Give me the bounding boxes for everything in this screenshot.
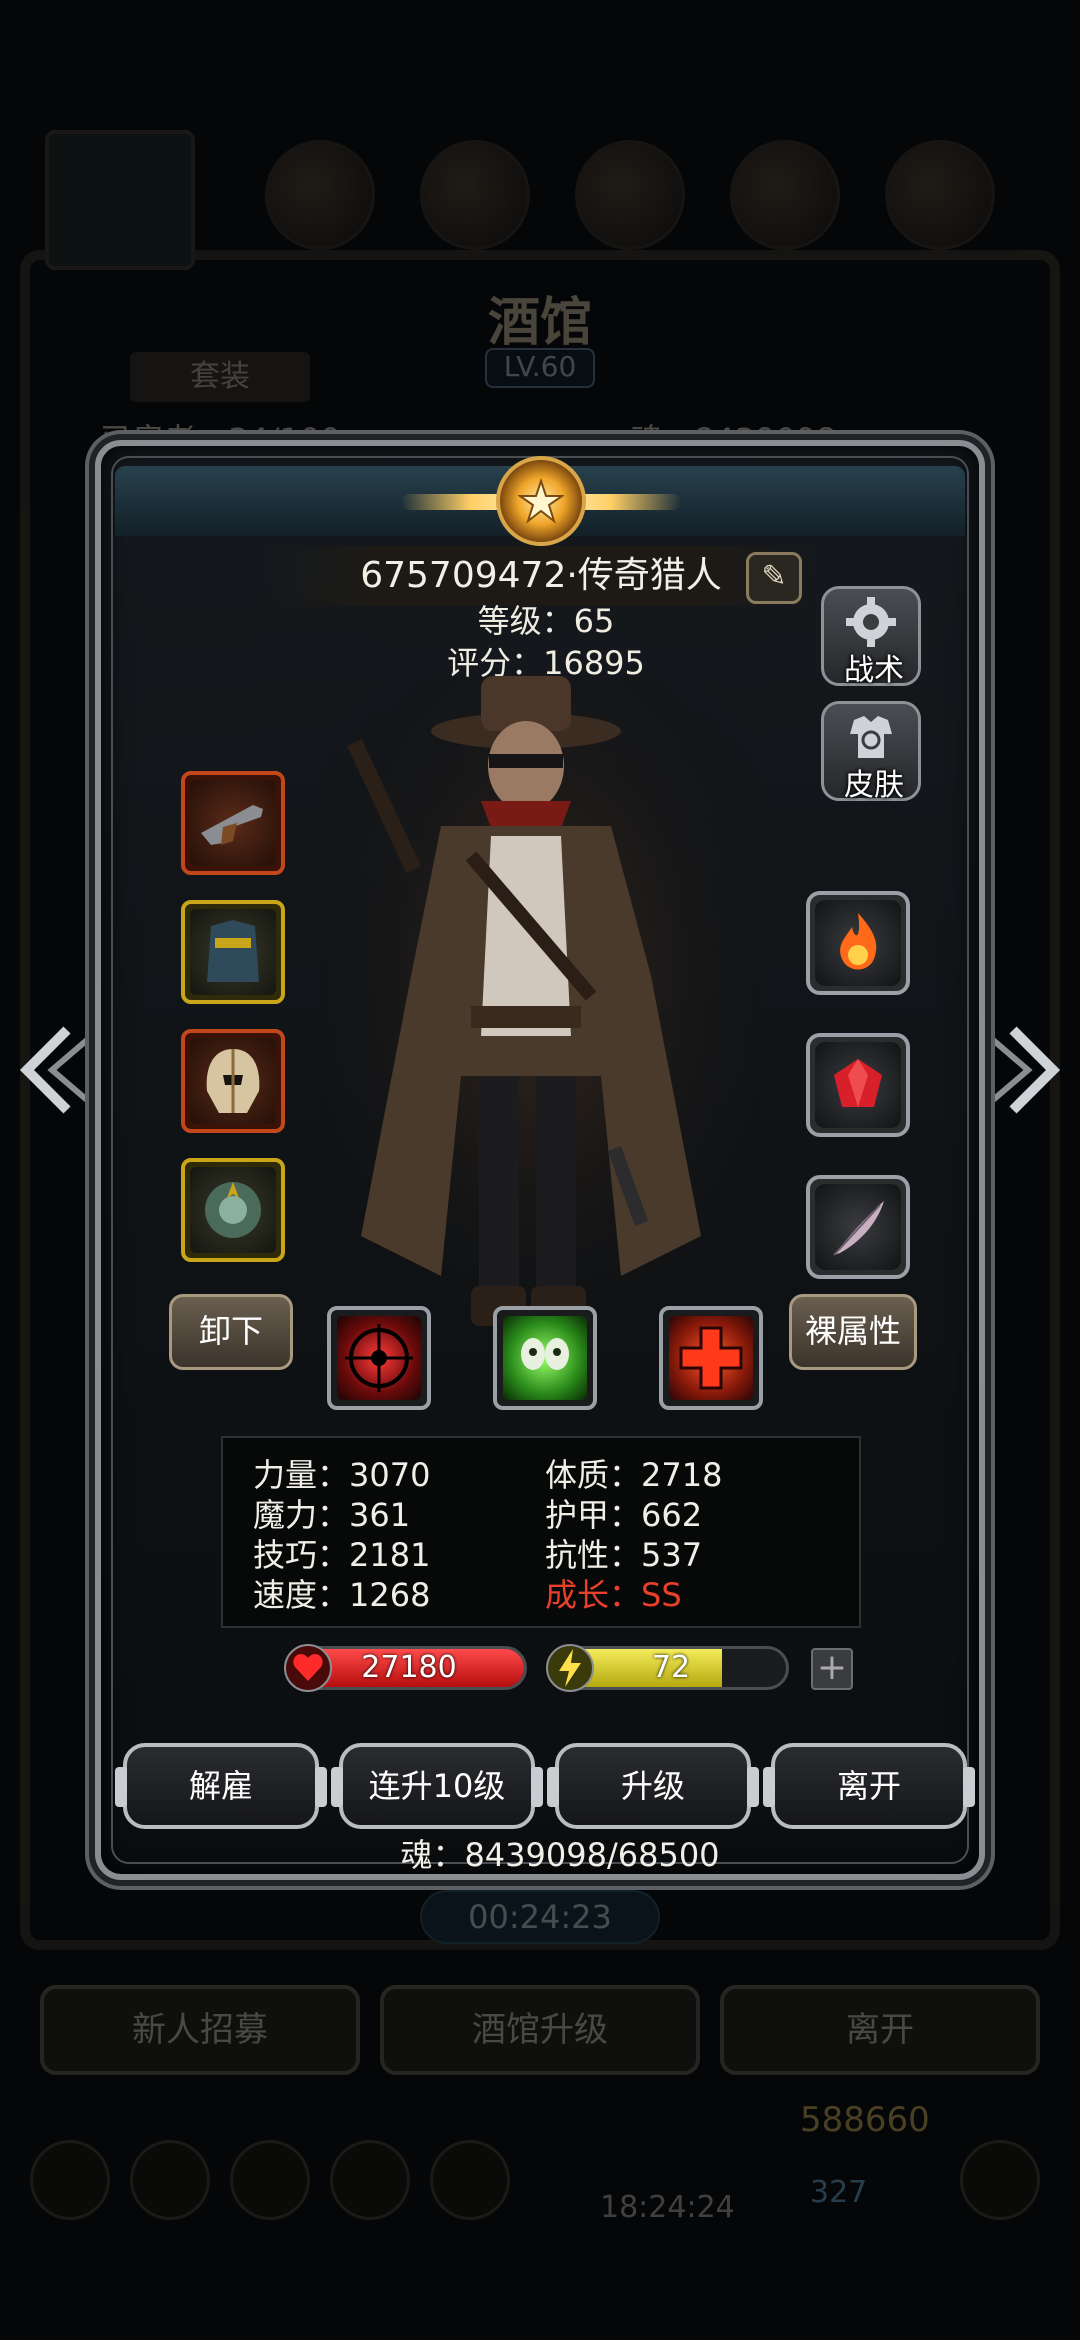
background-bottom-icons <box>30 2140 1050 2240</box>
blue-cloak-armor-icon <box>207 920 259 982</box>
red-gem-icon <box>834 1059 882 1107</box>
gem-slot[interactable] <box>806 1033 910 1137</box>
background-gold: 588660 <box>800 2100 930 2140</box>
skin-button[interactable]: 皮肤 <box>821 701 921 803</box>
background-resource-icon <box>885 140 995 250</box>
background-menu-icon <box>960 2140 1040 2220</box>
background-resource-icon <box>730 140 840 250</box>
bronze-amulet-icon <box>205 1182 261 1238</box>
background-menu-icon <box>230 2140 310 2220</box>
red-cross-skill-icon <box>679 1326 743 1390</box>
naked-attributes-button[interactable]: 裸属性 <box>789 1294 917 1370</box>
background-level: LV.60 <box>485 348 595 388</box>
lightning-icon <box>546 1644 594 1692</box>
background-leave-button: 离开 <box>720 1985 1040 2075</box>
winged-helmet-icon <box>206 1049 260 1113</box>
edit-icon: ✎ <box>761 559 787 594</box>
accessory-slot[interactable] <box>181 1158 285 1262</box>
background-title: 酒馆 <box>487 293 592 353</box>
background-menu-icon <box>130 2140 210 2220</box>
unequip-button[interactable]: 卸下 <box>169 1294 293 1370</box>
background-resource-icon <box>420 140 530 250</box>
weapon-slot[interactable] <box>181 771 285 875</box>
background-top-icons <box>45 130 1045 280</box>
background-portrait <box>45 130 195 270</box>
fire-orb-icon <box>840 913 877 970</box>
background-upgrade-tavern-button: 酒馆升级 <box>380 1985 700 2075</box>
next-hero-arrow-icon[interactable] <box>988 1020 1068 1120</box>
previous-hero-arrow-icon[interactable] <box>12 1020 92 1120</box>
background-menu-icon <box>330 2140 410 2220</box>
background-gems: 327 <box>810 2175 868 2210</box>
background-timer: 00:24:23 <box>420 1890 660 1944</box>
background-suit-tab: 套装 <box>130 352 310 402</box>
skin-label: 皮肤 <box>844 768 904 803</box>
tactics-label: 战术 <box>844 653 904 688</box>
background-menu-icon <box>430 2140 510 2220</box>
tactics-button[interactable]: 战术 <box>821 586 921 688</box>
hero-portrait <box>321 676 761 1356</box>
background-resource-icon <box>575 140 685 250</box>
heart-icon <box>284 1644 332 1692</box>
green-poison-skill-icon <box>521 1338 569 1370</box>
upgrade-button[interactable]: 升级 <box>547 1743 759 1829</box>
feather-quill-icon <box>833 1201 884 1256</box>
soul-cost: 魂：8439098/68500 <box>400 1836 720 1874</box>
add-energy-button[interactable]: + <box>811 1648 853 1690</box>
dismiss-button[interactable]: 解雇 <box>115 1743 327 1829</box>
armor-slot[interactable] <box>181 900 285 1004</box>
stat-speed: 速度：1268 <box>253 1576 431 1614</box>
background-resource-icon <box>265 140 375 250</box>
flintlock-rifle-icon <box>201 805 263 845</box>
skill-slot-3[interactable] <box>659 1306 763 1410</box>
helmet-slot[interactable] <box>181 1029 285 1133</box>
stat-growth: 成长：SS <box>545 1576 682 1614</box>
background-clock: 18:24:24 <box>600 2190 735 2225</box>
hero-detail-panel: 675709472·传奇猎人 ✎ 等级：65 评分：16895 战术 皮肤 卸下… <box>95 440 985 1880</box>
quill-slot[interactable] <box>806 1175 910 1279</box>
plus-icon: + <box>816 1647 848 1688</box>
armor-skin-icon <box>850 716 892 758</box>
leave-button[interactable]: 离开 <box>763 1743 975 1829</box>
red-target-skill-icon <box>345 1324 413 1392</box>
background-menu-icon <box>30 2140 110 2220</box>
skill-slot-1[interactable] <box>327 1306 431 1410</box>
hero-name: 675709472·传奇猎人 <box>360 555 722 596</box>
star-emblem-icon <box>496 456 586 546</box>
gear-icon <box>846 597 896 647</box>
skill-slot-2[interactable] <box>493 1306 597 1410</box>
upgrade-10-levels-button[interactable]: 连升10级 <box>331 1743 543 1829</box>
fire-orb-slot[interactable] <box>806 891 910 995</box>
background-recruit-button: 新人招募 <box>40 1985 360 2075</box>
stats-panel: 力量：3070 魔力：361 技巧：2181 速度：1268 体质：2718 护… <box>221 1436 861 1628</box>
